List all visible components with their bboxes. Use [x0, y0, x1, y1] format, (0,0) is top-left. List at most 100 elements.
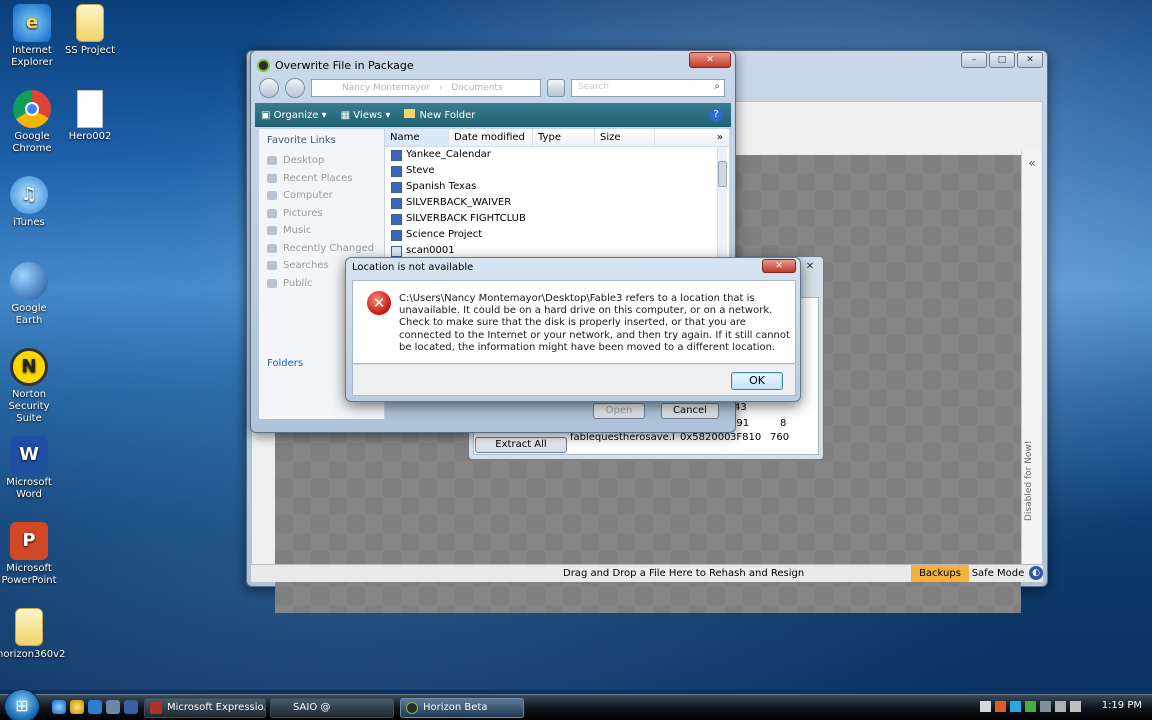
help-icon[interactable]: ? — [709, 108, 723, 122]
column-type[interactable]: Type — [533, 129, 595, 146]
error-footer: OK — [352, 364, 796, 396]
taskbar-button-saio[interactable]: SAIO @ — [270, 698, 394, 718]
taskbar-button-horizon[interactable]: Horizon Beta — [400, 698, 524, 718]
backups-button[interactable]: Backups — [911, 565, 969, 582]
collapse-panel-button[interactable]: « — [1022, 153, 1042, 173]
horizon-window-controls: – □ ✕ — [961, 52, 1043, 68]
close-button[interactable]: ✕ — [762, 259, 796, 273]
command-toolbar: ▣ Organize ▾ ▦ Views ▾ New Folder ? — [255, 103, 731, 127]
favorite-desktop[interactable]: Desktop — [259, 152, 384, 170]
desktop-icon-norton[interactable]: N Norton Security Suite — [0, 348, 61, 425]
file-item[interactable]: Spanish Texas — [385, 179, 729, 195]
extract-all-button[interactable]: Extract All — [475, 437, 567, 453]
error-icon: ✕ — [367, 291, 391, 315]
column-name[interactable]: Name — [385, 129, 449, 146]
column-size[interactable]: Size — [595, 129, 655, 146]
scrollbar-thumb[interactable] — [718, 161, 727, 187]
safe-mode-button[interactable]: Safe Mode — [969, 565, 1027, 582]
desktop-icon-label: iTunes — [13, 217, 45, 228]
favorite-recent-places[interactable]: Recent Places — [259, 170, 384, 188]
folder-icon — [76, 4, 104, 42]
desktop-icon-powerpoint[interactable]: P Microsoft PowerPoint — [0, 522, 61, 587]
error-message: C:\Users\Nancy Montemayor\Desktop\Fable3… — [399, 293, 790, 353]
maximize-button[interactable]: □ — [989, 52, 1015, 68]
tray-icon[interactable] — [1040, 701, 1051, 712]
desktop-icon-hero002[interactable]: Hero002 — [58, 90, 122, 143]
favorite-music[interactable]: Music — [259, 222, 384, 240]
file-icon — [77, 90, 103, 128]
package-row-offset: 0x582000 — [680, 432, 731, 443]
desktop-icon-internet-explorer[interactable]: e Internet Explorer — [0, 4, 64, 69]
norton-icon[interactable] — [70, 700, 84, 714]
expression-icon — [150, 702, 162, 714]
tray-icon[interactable] — [980, 701, 991, 712]
back-button[interactable] — [259, 78, 279, 98]
search-input[interactable]: Search ⌕ — [571, 79, 725, 97]
system-tray: 1:19 PM — [976, 695, 1152, 720]
document-icon — [391, 197, 402, 209]
minimize-button[interactable]: – — [961, 52, 987, 68]
clock[interactable]: 1:19 PM — [1102, 700, 1142, 711]
more-columns-button[interactable]: » — [712, 129, 729, 146]
close-button[interactable]: ✕ — [1017, 52, 1043, 68]
favorite-pictures[interactable]: Pictures — [259, 205, 384, 223]
new-folder-button[interactable]: New Folder — [404, 109, 475, 121]
file-item[interactable]: SILVERBACK FIGHTCLUB — [385, 211, 729, 227]
tray-icons — [980, 701, 1081, 712]
tray-icon[interactable] — [1010, 701, 1021, 712]
favorite-computer[interactable]: Computer — [259, 187, 384, 205]
taskbar-button-expression[interactable]: Microsoft Expressio... — [144, 698, 266, 718]
taskbar: ⊞ Microsoft Expressio... SAIO @ Horizon … — [0, 689, 1152, 720]
file-item[interactable]: Science Project — [385, 227, 729, 243]
close-icon[interactable]: ✕ — [801, 261, 819, 275]
folders-toggle[interactable]: Folders — [267, 358, 303, 369]
close-button[interactable]: ✕ — [689, 52, 731, 68]
package-row-blocks: 8 — [780, 418, 787, 429]
file-item[interactable]: Steve — [385, 163, 729, 179]
cancel-button[interactable]: Cancel — [661, 403, 719, 419]
desktop-icon-label: Microsoft PowerPoint — [1, 563, 57, 586]
start-button[interactable]: ⊞ — [4, 689, 40, 720]
favorite-recently-changed[interactable]: Recently Changed — [259, 240, 384, 258]
breadcrumb-documents[interactable]: Documents — [451, 83, 502, 93]
desktop-icon-label: Microsoft Word — [6, 477, 52, 500]
network-icon[interactable] — [1055, 701, 1066, 712]
file-item[interactable]: SILVERBACK_WAIVER — [385, 195, 729, 211]
horizon-logo-icon[interactable]: ◐ — [1029, 566, 1043, 580]
internet-explorer-icon: e — [13, 4, 51, 42]
quick-launch-icon[interactable] — [124, 700, 138, 714]
horizon-icon — [406, 702, 418, 714]
tray-icon[interactable] — [995, 701, 1006, 712]
image-icon — [391, 245, 402, 257]
chrome-icon — [13, 90, 51, 128]
forward-button[interactable] — [285, 78, 305, 98]
ok-button[interactable]: OK — [731, 372, 783, 390]
tray-icon[interactable] — [1025, 701, 1036, 712]
desktop-icon-horizon360v2[interactable]: horizon360v2 — [0, 608, 65, 661]
desktop-icon-ss-project[interactable]: SS Project — [58, 4, 122, 57]
disabled-panel-label: Disabled for Now! — [1024, 440, 1034, 521]
column-date-modified[interactable]: Date modified — [449, 129, 533, 146]
desktop-icon-google-earth[interactable]: Google Earth — [0, 262, 61, 327]
views-menu[interactable]: ▦ Views ▾ — [341, 110, 391, 121]
xbox-icon — [257, 58, 270, 72]
desktop-icon-itunes[interactable]: ♫ iTunes — [0, 176, 61, 229]
column-headers: Name Date modified Type Size » — [385, 129, 729, 147]
switch-windows-icon[interactable] — [106, 700, 120, 714]
show-desktop-icon[interactable] — [88, 700, 102, 714]
breadcrumb-user[interactable]: Nancy Montemayor — [342, 83, 430, 93]
package-row[interactable]: fablequestherosave.bin 0x582000 3F810 76… — [570, 432, 820, 446]
norton-icon: N — [10, 348, 48, 386]
desktop-icon-word[interactable]: W Microsoft Word — [0, 436, 61, 501]
internet-explorer-icon[interactable] — [52, 700, 66, 714]
address-bar[interactable]: Nancy Montemayor › Documents — [311, 79, 541, 97]
volume-icon[interactable] — [1070, 701, 1081, 712]
favorite-links-heading: Favorite Links — [267, 135, 336, 146]
open-button[interactable]: Open — [593, 403, 645, 419]
desktop-icon-label: Google Chrome — [12, 131, 52, 154]
desktop-icon-google-chrome[interactable]: Google Chrome — [0, 90, 64, 155]
horizon-side-panel: « Disabled for Now! — [1021, 151, 1041, 571]
file-item[interactable]: Yankee_Calendar — [385, 147, 729, 163]
organize-menu[interactable]: ▣ Organize ▾ — [261, 110, 327, 121]
refresh-button[interactable] — [547, 79, 565, 97]
